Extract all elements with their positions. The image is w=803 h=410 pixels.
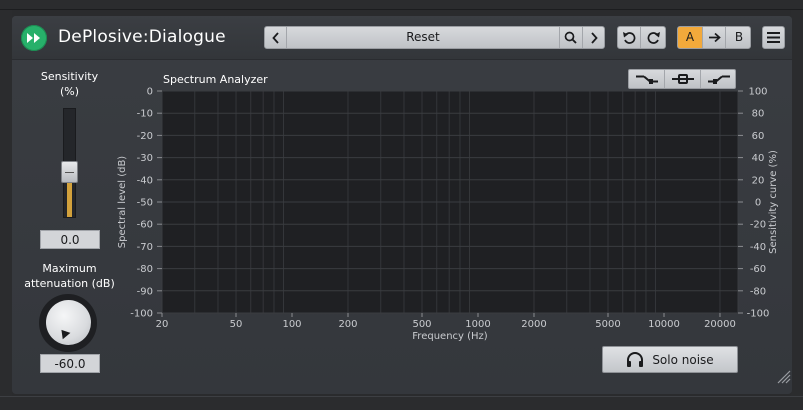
window-frame-right bbox=[791, 10, 803, 396]
solo-noise-button[interactable]: Solo noise bbox=[602, 346, 738, 373]
preset-name-display[interactable]: Reset bbox=[288, 27, 558, 48]
ab-compare-group: A B bbox=[677, 26, 751, 49]
right-axis-label: Sensitivity curve (%) bbox=[768, 150, 779, 254]
undo-button[interactable] bbox=[618, 27, 641, 48]
left-axis-tick-label: 0 bbox=[147, 87, 153, 98]
arrow-right-icon bbox=[708, 32, 721, 43]
right-axis-tick-label: -80 bbox=[750, 286, 766, 297]
headphones-icon bbox=[627, 351, 644, 367]
plugin-panel: DePlosive:Dialogue Reset A B Sensitivity… bbox=[12, 16, 792, 394]
preset-next-button[interactable] bbox=[582, 27, 604, 48]
left-axis-tick-label: -50 bbox=[137, 198, 153, 209]
right-axis-tick-label: 20 bbox=[752, 175, 765, 186]
x-axis-tick-label: 20 bbox=[156, 319, 169, 330]
undo-icon bbox=[623, 32, 636, 44]
left-axis-tick-label: -40 bbox=[137, 175, 153, 186]
ab-a-button[interactable]: A bbox=[678, 27, 702, 48]
right-axis-tick-label: -100 bbox=[747, 309, 770, 320]
max-attenuation-label: Maximum attenuation (dB) bbox=[16, 261, 123, 291]
preset-search-button[interactable] bbox=[559, 27, 581, 48]
x-axis-tick-label: 500 bbox=[412, 319, 431, 330]
x-axis-tick-label: 10000 bbox=[648, 319, 680, 330]
right-axis-tick-label: -20 bbox=[750, 220, 766, 231]
ab-b-button[interactable]: B bbox=[727, 27, 750, 48]
chevron-left-icon bbox=[271, 31, 279, 44]
solo-noise-label: Solo noise bbox=[652, 352, 714, 367]
window-frame-bottom bbox=[0, 396, 803, 410]
left-axis-tick-label: -30 bbox=[137, 153, 153, 164]
plugin-header: DePlosive:Dialogue Reset A B bbox=[12, 16, 792, 60]
sensitivity-label: Sensitivity (%) bbox=[26, 69, 113, 99]
right-axis-tick-label: -40 bbox=[750, 242, 766, 253]
left-axis-tick-label: -80 bbox=[137, 264, 153, 275]
max-attenuation-knob[interactable] bbox=[46, 300, 91, 345]
right-axis-tick-label: 100 bbox=[748, 87, 767, 98]
x-axis-tick-label: 50 bbox=[230, 319, 243, 330]
sensitivity-label-line2: (%) bbox=[59, 85, 80, 98]
undo-redo-group bbox=[617, 26, 666, 49]
left-axis-tick-label: -10 bbox=[137, 109, 153, 120]
sensitivity-label-line1: Sensitivity bbox=[40, 70, 99, 83]
left-axis-tick-label: -20 bbox=[137, 131, 153, 142]
max-attenuation-value-field[interactable]: -60.0 bbox=[40, 354, 100, 373]
x-axis-tick-label: 2000 bbox=[521, 319, 546, 330]
left-axis-tick-label: -100 bbox=[130, 309, 153, 320]
right-axis-tick-label: 80 bbox=[752, 109, 765, 120]
plugin-logo-icon bbox=[21, 25, 47, 51]
left-axis-tick-label: -60 bbox=[137, 220, 153, 231]
x-axis-tick-label: 1000 bbox=[465, 319, 490, 330]
hamburger-menu-icon bbox=[767, 32, 780, 43]
search-icon bbox=[564, 31, 577, 44]
x-axis-label: Frequency (Hz) bbox=[412, 331, 488, 342]
redo-icon bbox=[647, 32, 660, 44]
max-attenuation-label-line1: Maximum bbox=[42, 262, 97, 275]
chevron-right-icon bbox=[590, 31, 598, 44]
x-axis-tick-label: 200 bbox=[338, 319, 357, 330]
resize-grip-icon[interactable] bbox=[777, 370, 791, 384]
left-axis-tick-label: -70 bbox=[137, 242, 153, 253]
sensitivity-value-field[interactable]: 0.0 bbox=[40, 230, 100, 249]
x-axis-tick-label: 100 bbox=[282, 319, 301, 330]
right-axis-tick-label: -60 bbox=[750, 264, 766, 275]
preset-bar: Reset bbox=[264, 26, 605, 49]
right-axis-tick-label: 60 bbox=[752, 131, 765, 142]
window-frame-left bbox=[0, 10, 12, 396]
right-axis-tick-label: 40 bbox=[752, 153, 765, 164]
spectrum-analyzer-chart[interactable]: 0 100 -10 80 -20 60 -30 40 -40 20 -50 0 -60 -20 -70 -40… bbox=[112, 82, 782, 344]
x-axis-tick-label: 5000 bbox=[595, 319, 620, 330]
sensitivity-slider-thumb[interactable] bbox=[61, 160, 78, 183]
window-frame-top bbox=[0, 0, 803, 10]
left-axis-tick-label: -90 bbox=[137, 286, 153, 297]
preset-previous-button[interactable] bbox=[265, 27, 287, 48]
x-axis-tick-label: 20000 bbox=[704, 319, 736, 330]
redo-button[interactable] bbox=[642, 27, 665, 48]
max-attenuation-label-line2: attenuation (dB) bbox=[24, 277, 115, 290]
right-axis-tick-label: 0 bbox=[755, 198, 761, 209]
plugin-title: DePlosive:Dialogue bbox=[58, 27, 226, 47]
main-menu-button[interactable] bbox=[762, 26, 785, 49]
left-axis-label: Spectral level (dB) bbox=[117, 156, 128, 249]
ab-copy-button[interactable] bbox=[702, 27, 726, 48]
